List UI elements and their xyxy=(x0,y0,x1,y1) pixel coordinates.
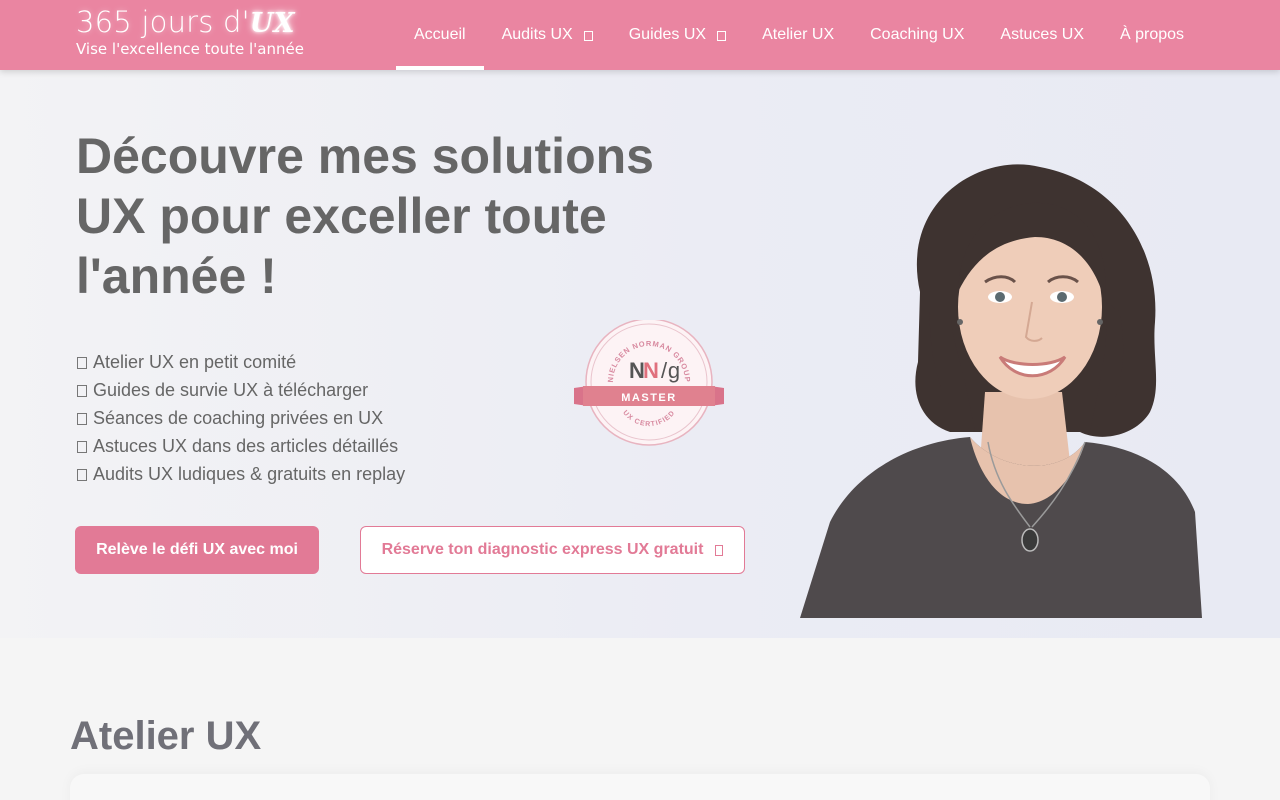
feature-text: Séances de coaching privées en UX xyxy=(93,408,384,428)
nav-item-label: Astuces UX xyxy=(1000,26,1084,43)
feature-text: Guides de survie UX à télécharger xyxy=(93,380,369,400)
nav-item-label: Accueil xyxy=(414,26,466,43)
feature-item: Atelier UX en petit comité xyxy=(77,348,405,376)
check-icon xyxy=(77,385,87,397)
badge-logo-n2: N xyxy=(643,358,659,383)
nav-item-astuces-ux[interactable]: Astuces UX xyxy=(982,0,1102,70)
portrait-image xyxy=(800,164,1202,618)
nav-item-label: Guides UX xyxy=(628,26,707,43)
nav-item-a-propos[interactable]: À propos xyxy=(1102,0,1202,70)
nav-item-guides-ux[interactable]: Guides UX xyxy=(611,0,744,70)
logo-tagline: Vise l'excellence toute l'année xyxy=(76,40,304,58)
feature-item: Guides de survie UX à télécharger xyxy=(77,376,405,404)
feature-item: Audits UX ludiques & gratuits en replay xyxy=(77,460,405,488)
logo-ux-text: UX xyxy=(249,8,295,39)
nav-item-label: À propos xyxy=(1120,26,1185,43)
main-nav: Accueil Audits UX Guides UX Atelier UX C… xyxy=(396,0,1202,70)
hero-title-line: UX pour exceller toute xyxy=(76,188,607,244)
check-icon xyxy=(77,357,87,369)
feature-text: Atelier UX en petit comité xyxy=(93,352,297,372)
badge-ribbon: MASTER xyxy=(621,392,676,404)
feature-text: Audits UX ludiques & gratuits en replay xyxy=(93,464,406,484)
button-label: Relève le défi UX avec moi xyxy=(96,541,298,558)
badge-logo-g: g xyxy=(668,358,680,383)
hero-section: Découvre mes solutions UX pour exceller … xyxy=(0,70,1280,638)
site-logo[interactable]: 365 jours d'UX Vise l'excellence toute l… xyxy=(76,4,304,58)
chevron-down-icon xyxy=(717,31,727,41)
nav-item-coaching-ux[interactable]: Coaching UX xyxy=(852,0,982,70)
diagnostic-button[interactable]: Réserve ton diagnostic express UX gratui… xyxy=(360,526,745,574)
nav-item-audits-ux[interactable]: Audits UX xyxy=(484,0,611,70)
nav-item-label: Atelier UX xyxy=(762,26,835,43)
nav-item-accueil[interactable]: Accueil xyxy=(396,0,484,70)
hero-title: Découvre mes solutions UX pour exceller … xyxy=(76,126,716,306)
hero-title-line: l'année ! xyxy=(76,248,277,304)
feature-text: Astuces UX dans des articles détaillés xyxy=(93,436,399,456)
nng-badge-icon: NIELSEN NORMAN GROUP N N / g MASTER UX C… xyxy=(574,320,724,446)
feature-item: Séances de coaching privées en UX xyxy=(77,404,405,432)
check-icon xyxy=(77,413,87,425)
button-label: Réserve ton diagnostic express UX gratui… xyxy=(381,541,704,558)
check-icon xyxy=(77,441,87,453)
section-title: Atelier UX xyxy=(70,714,262,758)
nav-item-atelier-ux[interactable]: Atelier UX xyxy=(744,0,852,70)
nav-item-label: Coaching UX xyxy=(870,26,965,43)
feature-item: Astuces UX dans des articles détaillés xyxy=(77,432,405,460)
feature-list: Atelier UX en petit comité Guides de sur… xyxy=(77,348,405,488)
chevron-down-icon xyxy=(583,31,593,41)
logo-title-text: 365 jours d' xyxy=(76,5,250,39)
badge-logo-slash: / xyxy=(661,358,668,383)
nav-item-label: Audits UX xyxy=(501,26,573,43)
section-card xyxy=(70,774,1210,800)
site-header: 365 jours d'UX Vise l'excellence toute l… xyxy=(0,0,1280,70)
logo-title: 365 jours d'UX xyxy=(76,4,304,42)
check-icon xyxy=(77,469,87,481)
hero-title-line: Découvre mes solutions xyxy=(76,128,654,184)
arrow-icon xyxy=(715,544,724,556)
defi-ux-button[interactable]: Relève le défi UX avec moi xyxy=(75,526,319,574)
